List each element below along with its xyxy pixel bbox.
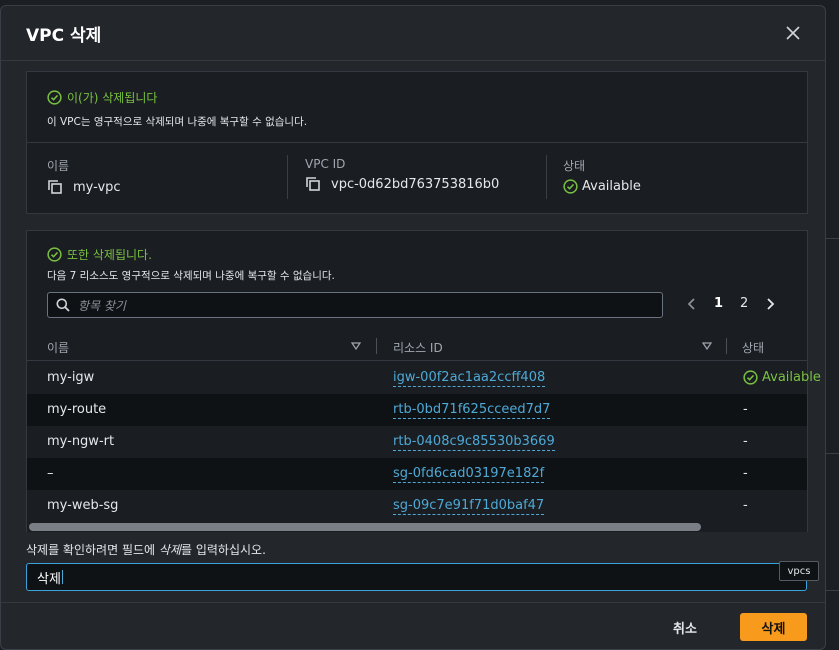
delete-status: 이(가) 삭제됩니다 [47, 89, 157, 106]
resource-state-text: Available [762, 370, 821, 385]
column-header-resource-id[interactable]: 리소스 ID [393, 339, 443, 356]
resource-state: - [743, 466, 748, 481]
check-circle-icon [47, 90, 62, 105]
modal-footer: 취소 삭제 [1, 602, 825, 649]
sort-caret-down-icon[interactable] [351, 342, 361, 350]
column-divider[interactable] [376, 338, 377, 354]
sort-caret-down-icon[interactable] [702, 342, 712, 350]
related-status: 또한 삭제됩니다. [47, 246, 152, 263]
column-divider [287, 155, 288, 199]
resource-name: – [47, 466, 54, 481]
related-resources-panel: 또한 삭제됩니다. 다음 7 리소스도 영구적으로 삭제되며 나중에 복구할 수… [26, 230, 821, 532]
resource-id-link[interactable]: rtb-0408c9c85530b3669 [393, 434, 555, 451]
cancel-button[interactable]: 취소 [673, 618, 697, 637]
confirm-label-keyword: 삭제 [158, 543, 181, 557]
chevron-left-icon[interactable] [687, 297, 697, 310]
related-status-text: 또한 삭제됩니다. [67, 248, 152, 262]
modal-body[interactable]: 이(가) 삭제됩니다 이 VPC는 영구적으로 삭제되며 나중에 복구할 수 없… [1, 62, 825, 532]
close-button[interactable] [781, 21, 805, 45]
resource-id-link[interactable]: sg-09c7e91f71d0baf47 [393, 498, 545, 515]
table-row: my-route rtb-0bd71f625cceed7d7 - [27, 394, 807, 426]
check-circle-icon [743, 370, 758, 385]
confirm-label-suffix: 를 입력하십시오. [180, 543, 266, 557]
vpc-name-field: 이름 my-vpc [47, 157, 121, 201]
search-input[interactable]: 항목 찾기 [78, 297, 126, 314]
tooltip-vpcs: vpcs [779, 561, 819, 581]
delete-description: 이 VPC는 영구적으로 삭제되며 나중에 복구할 수 없습니다. [47, 116, 308, 128]
column-header-state[interactable]: 상태 [742, 339, 764, 356]
vpc-name-label: 이름 [47, 159, 70, 173]
search-icon [56, 298, 70, 312]
vpc-id-label: VPC ID [305, 157, 346, 171]
related-description: 다음 7 리소스도 영구적으로 삭제되며 나중에 복구할 수 없습니다. [47, 270, 335, 282]
table-row: – sg-0fd6cad03197e182f - [27, 458, 807, 490]
vpc-state-label: 상태 [563, 159, 586, 173]
resource-name: my-igw [47, 370, 95, 385]
check-circle-icon [47, 247, 62, 262]
copy-icon[interactable] [305, 176, 321, 192]
resource-name: my-route [47, 402, 107, 417]
table-row: my-ngw-rt rtb-0408c9c85530b3669 - [27, 426, 807, 458]
chevron-right-icon[interactable] [765, 297, 775, 310]
delete-status-text: 이(가) 삭제됩니다 [67, 91, 158, 105]
horizontal-scrollbar[interactable] [29, 523, 701, 531]
text-caret [61, 570, 63, 584]
vpc-name-value: my-vpc [73, 179, 121, 195]
resource-state: - [743, 498, 748, 513]
close-icon [786, 26, 800, 40]
vpc-info-row: 이름 my-vpc VPC ID vpc-0d62bd763753816b0 상… [27, 142, 807, 214]
resource-id-link[interactable]: igw-00f2ac1aa2ccff408 [393, 370, 546, 387]
modal-header: VPC 삭제 [1, 6, 825, 61]
table-header: 이름 리소스 ID 상태 [27, 331, 807, 361]
resource-id-link[interactable]: sg-0fd6cad03197e182f [393, 466, 545, 483]
resource-state: - [743, 434, 748, 449]
page-1-button[interactable]: 1 [714, 296, 723, 311]
resource-state: Available [743, 370, 821, 385]
modal-title: VPC 삭제 [26, 25, 102, 46]
find-items-search[interactable]: 항목 찾기 [47, 292, 663, 318]
vpc-id-field: VPC ID vpc-0d62bd763753816b0 [305, 157, 499, 201]
confirm-label-prefix: 삭제를 확인하려면 필드에 [26, 543, 159, 557]
delete-vpc-modal: VPC 삭제 이(가) 삭제됩니다 이 VPC는 영구적으로 삭제되며 나중에 … [0, 5, 826, 650]
table-row: my-web-sg sg-09c7e91f71d0baf47 - [27, 490, 807, 522]
resource-state: - [743, 402, 748, 417]
confirm-delete-input[interactable]: 삭제 [26, 563, 807, 591]
vpc-state-value: Available [582, 179, 641, 194]
column-header-name[interactable]: 이름 [47, 339, 69, 356]
column-divider [546, 155, 547, 199]
column-divider[interactable] [726, 338, 727, 354]
check-circle-icon [563, 179, 578, 194]
resource-id-link[interactable]: rtb-0bd71f625cceed7d7 [393, 402, 551, 419]
vpc-state-field: 상태 Available [563, 157, 641, 201]
copy-icon[interactable] [47, 179, 63, 195]
confirm-input-value: 삭제 [37, 571, 61, 587]
delete-button[interactable]: 삭제 [740, 613, 807, 641]
vpc-id-value: vpc-0d62bd763753816b0 [331, 176, 500, 192]
table-row: my-igw igw-00f2ac1aa2ccff408 Available [27, 362, 821, 394]
page-2-button[interactable]: 2 [740, 296, 748, 311]
pagination: 1 2 [687, 296, 775, 311]
vpc-summary-panel: 이(가) 삭제됩니다 이 VPC는 영구적으로 삭제되며 나중에 복구할 수 없… [26, 71, 808, 214]
confirm-label: 삭제를 확인하려면 필드에 삭제를 입력하십시오. [26, 541, 266, 558]
resource-name: my-web-sg [47, 498, 119, 513]
resource-name: my-ngw-rt [47, 434, 115, 449]
